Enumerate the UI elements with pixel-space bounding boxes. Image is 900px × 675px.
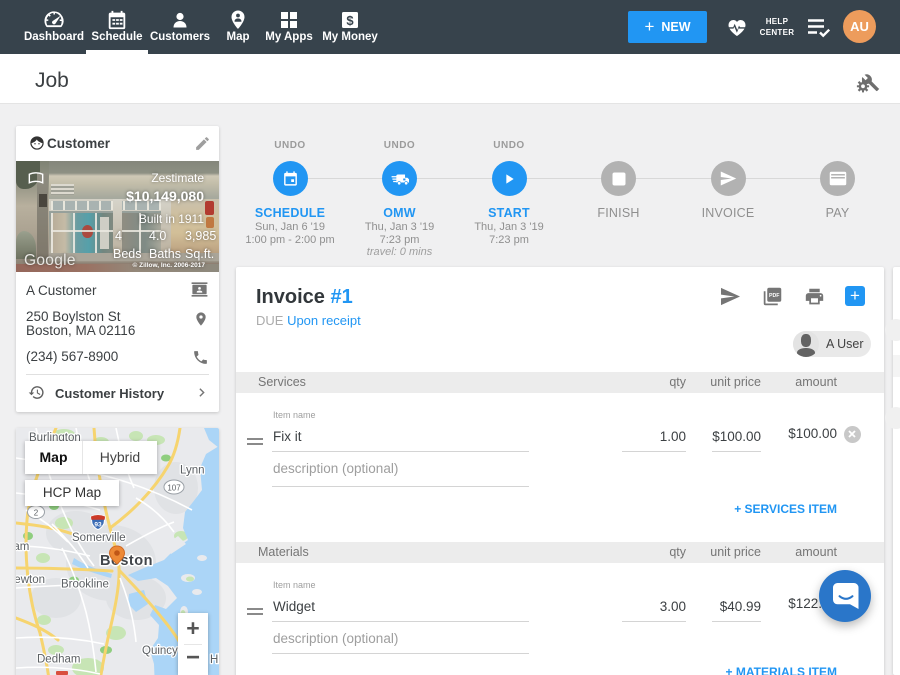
- svg-text:Brookline: Brookline: [61, 579, 109, 591]
- svg-text:Quincy: Quincy: [142, 645, 178, 657]
- svg-text:93: 93: [94, 522, 102, 529]
- svg-text:PDF: PDF: [769, 293, 780, 299]
- svg-text:Hi: Hi: [210, 654, 219, 666]
- svg-text:2: 2: [34, 509, 39, 518]
- svg-text:Boston: Boston: [100, 553, 153, 569]
- svg-text:Somerville: Somerville: [72, 532, 126, 544]
- svg-text:Newton: Newton: [16, 574, 45, 586]
- svg-text:107: 107: [167, 484, 181, 493]
- svg-text:ham: ham: [16, 541, 29, 553]
- svg-text:Dedham: Dedham: [37, 654, 80, 666]
- svg-text:$: $: [346, 13, 354, 28]
- svg-text:Lynn: Lynn: [180, 465, 205, 477]
